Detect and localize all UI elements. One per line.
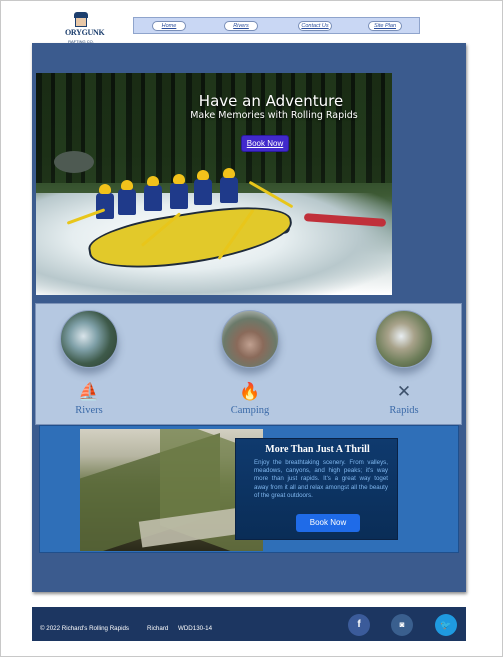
nav-contact-link[interactable]: Contact Us xyxy=(298,21,332,31)
promo-title: More Than Just A Thrill xyxy=(265,444,370,455)
paddler xyxy=(144,176,162,211)
footer-course-code: WDD130-14 xyxy=(178,625,213,632)
paddler xyxy=(194,170,212,205)
footer: © 2022 Richard's Rolling Rapids Richard … xyxy=(32,607,466,641)
activity-label[interactable]: Camping xyxy=(210,405,290,416)
hero-book-now-button[interactable]: Book Now xyxy=(241,135,289,152)
nav-site-plan-link[interactable]: Site Plan xyxy=(368,21,402,31)
activity-label[interactable]: Rapids xyxy=(364,405,444,416)
rivers-photo[interactable] xyxy=(60,310,118,368)
activity-rapids[interactable]: ✕ Rapids xyxy=(364,304,444,426)
activity-label[interactable]: Rivers xyxy=(49,405,129,416)
company-logo[interactable]: ORYGUNK RAFTING CO. xyxy=(65,12,105,46)
camping-photo[interactable] xyxy=(221,310,279,368)
footer-author: Richard xyxy=(147,625,169,632)
promo-section: More Than Just A Thrill Enjoy the breath… xyxy=(39,425,459,553)
crossed-paddles-icon: ✕ xyxy=(396,382,412,401)
paddler xyxy=(96,184,114,219)
hero-title: Have an Adventure xyxy=(198,92,344,110)
river-rock xyxy=(54,151,94,173)
paddler xyxy=(118,180,136,215)
paddler xyxy=(220,168,238,203)
main-nav: Home Rivers Contact Us Site Plan xyxy=(133,17,420,34)
paddlers-group xyxy=(66,168,294,260)
main-panel: Have an Adventure Make Memories with Rol… xyxy=(32,43,466,592)
twitter-icon[interactable]: 🐦 xyxy=(435,614,457,636)
raft-icon: ⛵ xyxy=(78,382,100,401)
instagram-icon[interactable]: ◙ xyxy=(391,614,413,636)
paddler xyxy=(170,174,188,209)
hero-image: Have an Adventure Make Memories with Rol… xyxy=(36,73,392,295)
rapids-photo[interactable] xyxy=(375,310,433,368)
facebook-icon[interactable]: f xyxy=(348,614,370,636)
activity-rivers[interactable]: ⛵ Rivers xyxy=(49,304,129,426)
promo-text: Enjoy the breathtaking scenery. From val… xyxy=(254,459,388,499)
nav-rivers-link[interactable]: Rivers xyxy=(224,21,258,31)
activity-camping[interactable]: 🔥 Camping xyxy=(210,304,290,426)
campfire-icon: 🔥 xyxy=(239,382,261,401)
logo-face xyxy=(75,17,87,27)
footer-copyright: © 2022 Richard's Rolling Rapids xyxy=(40,625,129,632)
promo-card: More Than Just A Thrill Enjoy the breath… xyxy=(235,438,398,540)
nav-home-link[interactable]: Home xyxy=(152,21,186,31)
hero-subtitle: Make Memories with Rolling Rapids xyxy=(190,110,358,121)
promo-book-now-button[interactable]: Book Now xyxy=(296,514,360,532)
logo-word: ORYGUNK xyxy=(65,28,105,37)
activities-strip: ⛵ Rivers 🔥 Camping ✕ Rapids xyxy=(35,303,462,425)
